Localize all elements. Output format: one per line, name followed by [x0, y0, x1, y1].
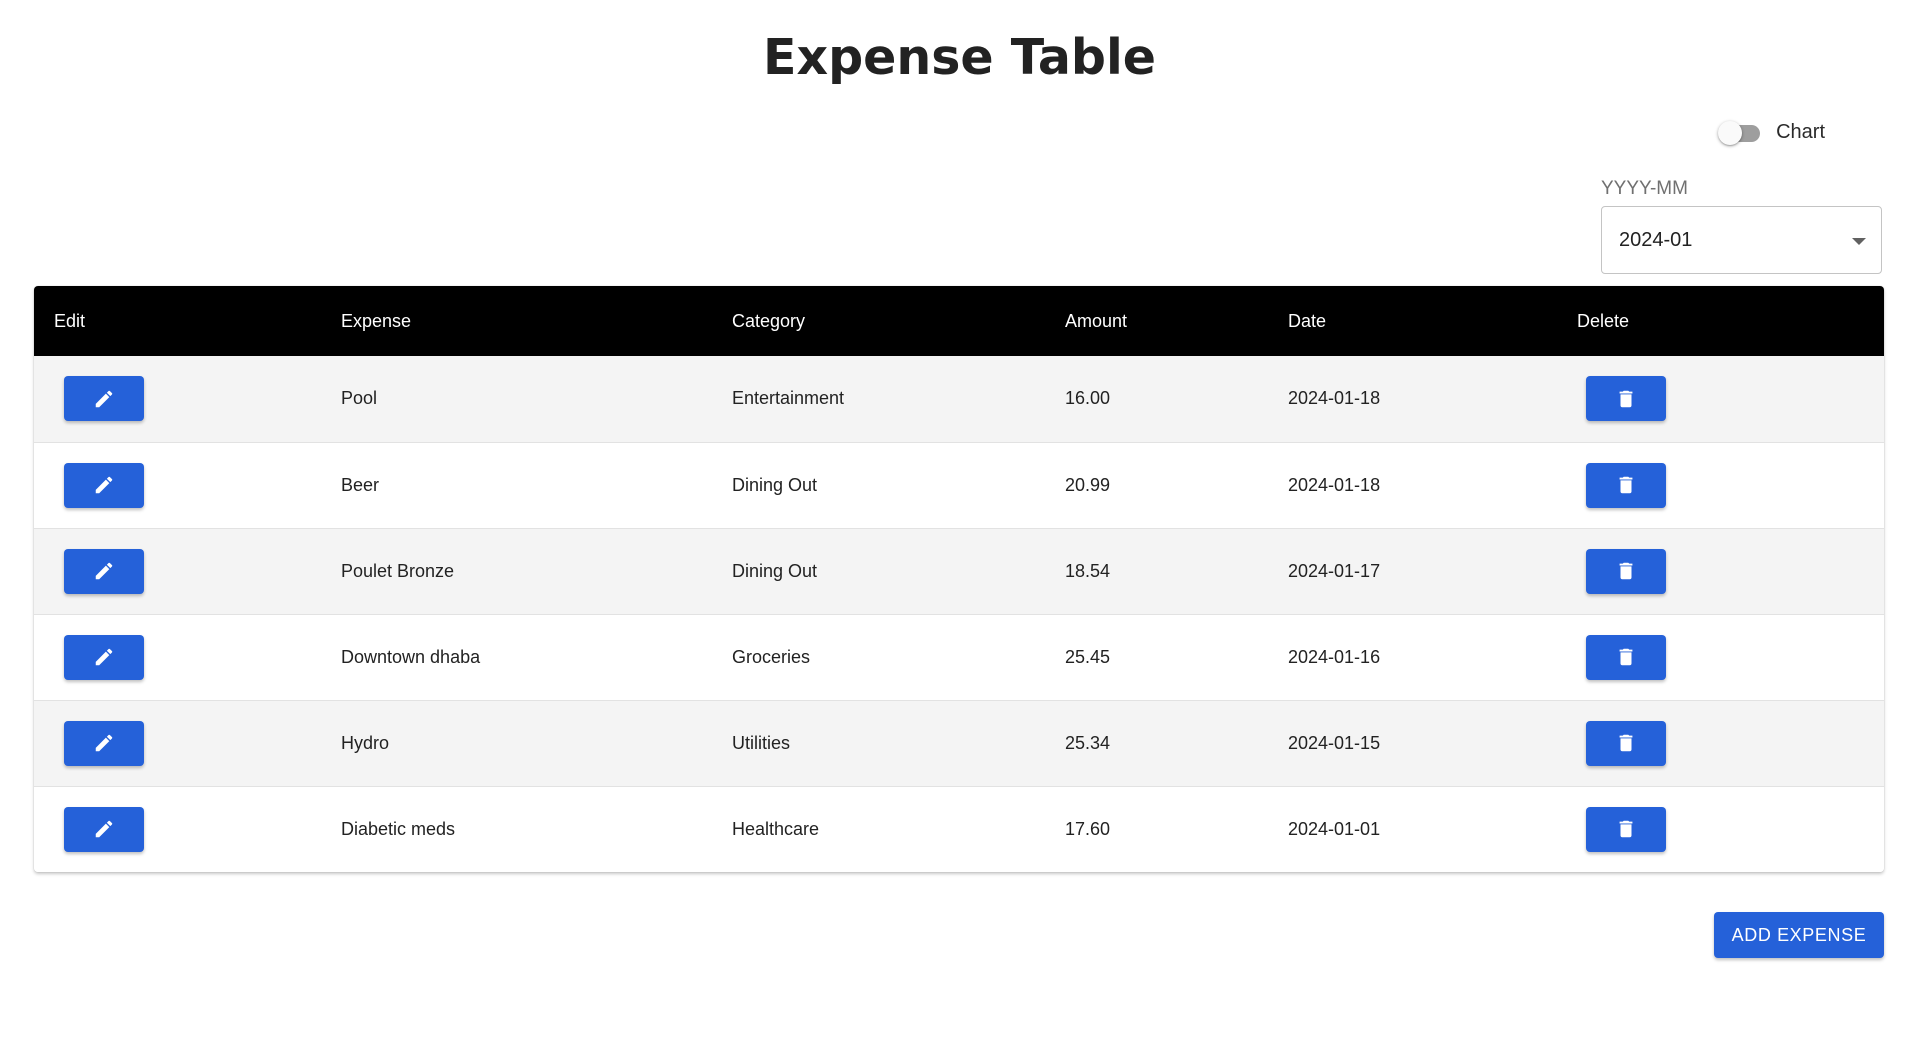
pencil-icon [95, 734, 113, 752]
amount-cell: 25.34 [1065, 699, 1288, 786]
table-header-row: Edit Expense Category Amount Date Delete [34, 286, 1884, 356]
add-expense-button[interactable]: ADD EXPENSE [1714, 912, 1884, 958]
edit-cell [34, 785, 341, 872]
month-filter-label: YYYY-MM [1601, 178, 1688, 199]
expense-cell: Pool [341, 388, 378, 409]
edit-button[interactable] [64, 548, 144, 594]
chart-toggle-label: Chart [1776, 120, 1825, 143]
delete-cell [1577, 527, 1884, 614]
pencil-icon [95, 648, 113, 666]
expense-cell: Hydro [341, 699, 732, 786]
edit-button[interactable] [64, 376, 144, 422]
expense-cell: Downtown dhaba [341, 613, 732, 700]
delete-button[interactable] [1586, 548, 1666, 594]
table-row: Pool Entertainment 16.00 2024-01-18 [34, 356, 1884, 442]
page-title: Expense Table [762, 29, 1156, 86]
category-cell: Healthcare [732, 785, 1065, 872]
column-header-expense: Expense [341, 310, 412, 331]
delete-cell [1577, 356, 1884, 442]
amount-cell: 20.99 [1065, 441, 1288, 528]
category-cell: Groceries [732, 613, 1065, 700]
column-header-delete: Delete [1577, 310, 1630, 331]
column-header-category: Category [732, 310, 806, 331]
table-row: Hydro Utilities 25.34 2024-01-15 [34, 699, 1884, 786]
delete-cell [1577, 785, 1884, 872]
date-cell: 2024-01-18 [1288, 388, 1381, 409]
edit-button[interactable] [64, 806, 144, 852]
delete-cell [1577, 613, 1884, 700]
category-cell: Dining Out [732, 527, 1065, 614]
edit-button[interactable] [64, 634, 144, 680]
trash-icon [1619, 562, 1633, 580]
column-header-date: Date [1288, 310, 1327, 331]
pencil-icon [95, 476, 113, 494]
expense-cell: Beer [341, 441, 732, 528]
delete-button[interactable] [1586, 634, 1666, 680]
table-body: Pool Entertainment 16.00 2024-01-18 Beer… [34, 356, 1884, 872]
edit-cell [34, 527, 341, 614]
chart-switch[interactable] [1717, 114, 1762, 150]
table-row: Diabetic meds Healthcare 17.60 2024-01-0… [34, 785, 1884, 872]
trash-icon [1619, 821, 1633, 838]
trash-icon [1619, 476, 1633, 494]
pencil-icon [95, 562, 113, 580]
edit-cell [34, 441, 341, 528]
category-cell: Dining Out [732, 441, 1065, 528]
date-cell: 2024-01-15 [1288, 699, 1577, 786]
amount-cell: 17.60 [1065, 785, 1288, 872]
table-row: Downtown dhaba Groceries 25.45 2024-01-1… [34, 613, 1884, 700]
category-cell: Entertainment [732, 388, 845, 409]
trash-icon [1619, 734, 1633, 752]
expense-table: Edit Expense Category Amount Date Delete… [34, 286, 1884, 872]
trash-icon [1619, 648, 1633, 666]
pencil-icon [95, 390, 113, 407]
expense-page: Expense Table Chart YYYY-MM 2024-01 Edit… [0, 0, 1919, 1048]
delete-button[interactable] [1586, 376, 1666, 422]
date-cell: 2024-01-16 [1288, 613, 1577, 700]
edit-cell [34, 356, 341, 442]
delete-button[interactable] [1586, 806, 1666, 852]
edit-cell [34, 699, 341, 786]
delete-cell [1577, 699, 1884, 786]
month-select[interactable]: 2024-01 [1601, 206, 1882, 274]
month-select-value: 2024-01 [1619, 229, 1693, 251]
column-header-edit: Edit [54, 310, 86, 331]
edit-button[interactable] [64, 720, 144, 766]
switch-thumb[interactable] [1718, 121, 1742, 145]
pencil-icon [95, 820, 113, 838]
date-cell: 2024-01-01 [1288, 785, 1577, 872]
category-cell: Utilities [732, 699, 1065, 786]
delete-button[interactable] [1586, 462, 1666, 508]
amount-cell: 25.45 [1065, 613, 1288, 700]
chart-toggle[interactable]: Chart [1717, 114, 1825, 150]
table-row: Poulet Bronze Dining Out 18.54 2024-01-1… [34, 527, 1884, 614]
delete-button[interactable] [1586, 720, 1666, 766]
trash-icon [1619, 390, 1633, 407]
edit-button[interactable] [64, 462, 144, 508]
expense-cell: Poulet Bronze [341, 527, 732, 614]
column-header-amount: Amount [1065, 310, 1128, 331]
delete-cell [1577, 441, 1884, 528]
amount-cell: 18.54 [1065, 527, 1288, 614]
date-cell: 2024-01-18 [1288, 441, 1577, 528]
chevron-down-icon [1852, 238, 1866, 245]
table-row: Beer Dining Out 20.99 2024-01-18 [34, 441, 1884, 528]
edit-cell [34, 613, 341, 700]
expense-cell: Diabetic meds [341, 785, 732, 872]
amount-cell: 16.00 [1065, 388, 1111, 409]
date-cell: 2024-01-17 [1288, 527, 1577, 614]
